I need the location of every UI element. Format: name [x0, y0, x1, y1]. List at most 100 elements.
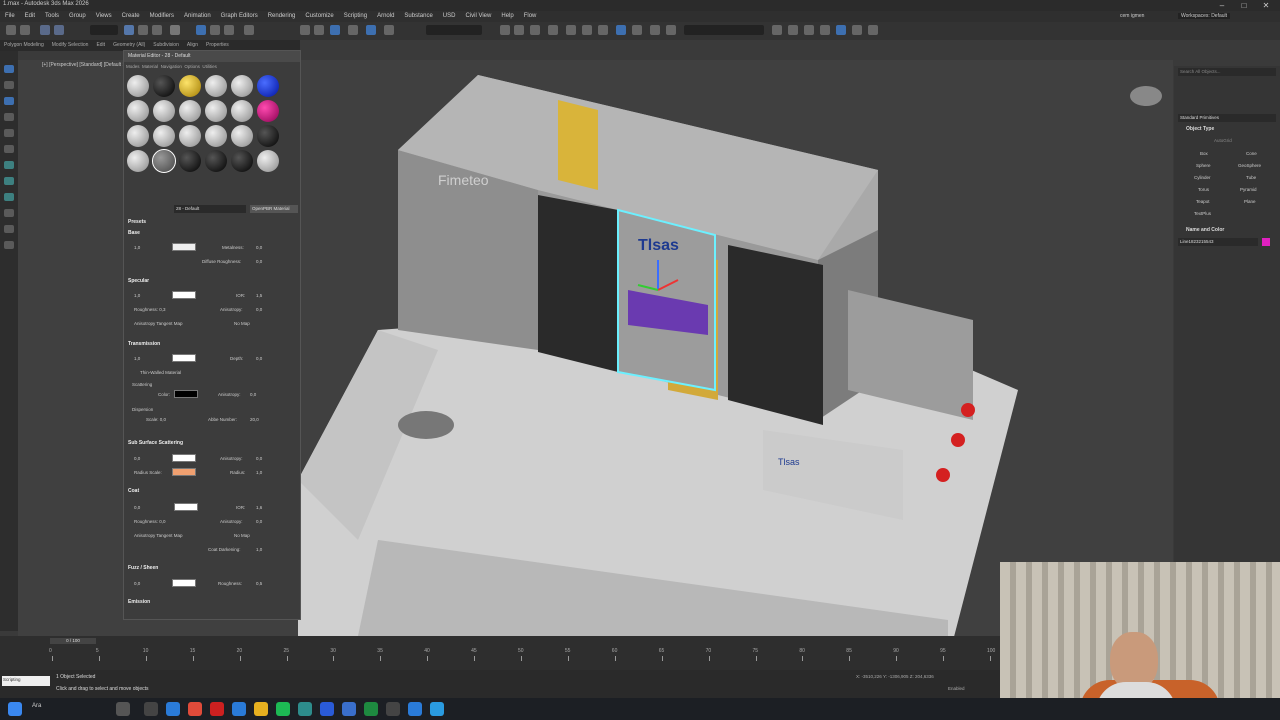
light-filter-icon[interactable] — [4, 145, 14, 153]
select-object-icon[interactable] — [124, 25, 134, 35]
workspace-selector[interactable]: Workspaces: Default — [1178, 13, 1231, 19]
coat-ior-value[interactable]: 1,6 — [256, 505, 262, 510]
camera-filter-icon[interactable] — [4, 161, 14, 169]
sample-slot[interactable] — [205, 100, 227, 122]
excel-icon[interactable] — [364, 702, 378, 716]
menu-customize[interactable]: Customize — [300, 11, 338, 22]
project-path-field[interactable] — [684, 25, 764, 35]
menu-graph-editors[interactable]: Graph Editors — [216, 11, 263, 22]
object-color-swatch[interactable] — [1262, 238, 1270, 246]
spec-anisotropy-value[interactable]: 0,0 — [256, 307, 262, 312]
fuzz-weight-value[interactable]: 0,0 — [134, 581, 140, 586]
menu-modifiers[interactable]: Modifiers — [145, 11, 179, 22]
material-type-button[interactable]: OpenPBR Material — [250, 205, 298, 213]
sample-slot-active[interactable] — [152, 149, 176, 173]
menu-group[interactable]: Group — [64, 11, 91, 22]
align-icon[interactable] — [314, 25, 324, 35]
me-menu-material[interactable]: Material — [142, 64, 158, 69]
create-torus-button[interactable]: Torus — [1198, 187, 1209, 192]
render-preview-icon[interactable] — [650, 25, 660, 35]
create-box-button[interactable]: Box — [1200, 151, 1208, 156]
move-icon[interactable] — [196, 25, 206, 35]
metalness-value[interactable]: 0,0 — [256, 245, 262, 250]
radius-value[interactable]: 1,0 — [256, 470, 262, 475]
sample-slot[interactable] — [127, 75, 149, 97]
edge-icon[interactable] — [166, 702, 180, 716]
coat-anisotropy-value[interactable]: 0,0 — [256, 519, 262, 524]
photos-icon[interactable] — [408, 702, 422, 716]
menu-civil-view[interactable]: Civil View — [460, 11, 496, 22]
snap-toggle-icon[interactable] — [244, 25, 254, 35]
section-subsurface[interactable]: Sub Surface Scattering — [128, 440, 183, 446]
curve-editor-icon[interactable] — [548, 25, 558, 35]
scatter-color-swatch[interactable] — [174, 390, 198, 398]
maxscript-listener[interactable]: Scripting — [2, 676, 50, 686]
name-color-header[interactable]: Name and Color — [1186, 227, 1224, 233]
menu-scripting[interactable]: Scripting — [339, 11, 372, 22]
section-base[interactable]: Base — [128, 230, 140, 236]
object-search-input[interactable]: Search All Objects... — [1178, 68, 1276, 76]
sample-slot[interactable] — [153, 125, 175, 147]
radius-scale-swatch[interactable] — [172, 468, 196, 476]
section-transmission[interactable]: Transmission — [128, 341, 160, 347]
schematic-view-icon[interactable] — [566, 25, 576, 35]
section-specular[interactable]: Specular — [128, 278, 149, 284]
start-icon[interactable] — [8, 702, 22, 716]
menu-tools[interactable]: Tools — [40, 11, 64, 22]
menu-arnold[interactable]: Arnold — [372, 11, 399, 22]
coordinate-readout[interactable]: X: -3510,226 Y: -1306,905 Z: 204,6336 — [856, 674, 934, 679]
scale-icon[interactable] — [224, 25, 234, 35]
ribbon-tab-polygon-modeling[interactable]: Polygon Modeling — [0, 40, 48, 50]
menu-help[interactable]: Help — [496, 11, 518, 22]
ribbon-tab-align[interactable]: Align — [183, 40, 202, 50]
spotify-icon[interactable] — [276, 702, 290, 716]
spacewarp-filter-icon[interactable] — [4, 193, 14, 201]
settings-gear-icon[interactable] — [852, 25, 862, 35]
timeline[interactable]: 0 / 100 0 5 10 15 20 25 30 35 40 45 50 55 60 65 70 75 80… — [0, 636, 1000, 670]
fuzz-roughness-value[interactable]: 0,5 — [256, 581, 262, 586]
sample-slot[interactable] — [179, 125, 201, 147]
ribbon-tab-edit[interactable]: Edit — [92, 40, 109, 50]
viewport-layout-2-icon[interactable] — [788, 25, 798, 35]
material-editor-icon[interactable] — [582, 25, 592, 35]
edit-named-selection-icon[interactable] — [384, 25, 394, 35]
viewport-layout-icon[interactable] — [772, 25, 782, 35]
create-geosphere-button[interactable]: GeoSphere — [1238, 163, 1261, 168]
specular-color-swatch[interactable] — [172, 291, 196, 299]
viewport-layout-4-icon[interactable] — [820, 25, 830, 35]
category-dropdown[interactable]: Standard Primitives — [1178, 114, 1276, 122]
sample-slot[interactable] — [127, 100, 149, 122]
sample-slot[interactable] — [127, 150, 149, 172]
menu-edit[interactable]: Edit — [20, 11, 40, 22]
menu-flow[interactable]: Flow — [519, 11, 542, 22]
ribbon-toggle-icon[interactable] — [530, 25, 540, 35]
opera-icon[interactable] — [210, 702, 224, 716]
help-icon[interactable] — [868, 25, 878, 35]
trans-anisotropy-value[interactable]: 0,0 — [250, 392, 256, 397]
section-presets[interactable]: Presets — [128, 219, 146, 225]
percent-snap-icon[interactable] — [348, 25, 358, 35]
display-filter-icon[interactable] — [4, 97, 14, 105]
named-selection-dropdown[interactable] — [426, 25, 482, 35]
angle-snap-icon[interactable] — [330, 25, 340, 35]
sss-weight-value[interactable]: 0,0 — [134, 456, 140, 461]
coat-color-swatch[interactable] — [174, 503, 198, 511]
close-button[interactable]: ✕ — [1256, 0, 1276, 11]
telegram-icon[interactable] — [430, 702, 444, 716]
create-tube-button[interactable]: Tube — [1246, 175, 1256, 180]
sample-slot[interactable] — [153, 75, 175, 97]
ribbon-tab-geometry[interactable]: Geometry (All) — [109, 40, 149, 50]
sample-slot[interactable] — [205, 75, 227, 97]
section-coat[interactable]: Coat — [128, 488, 139, 494]
ior-value[interactable]: 1,5 — [256, 293, 262, 298]
undo-icon[interactable] — [6, 25, 16, 35]
section-emission[interactable]: Emission — [128, 599, 150, 605]
helper-filter-icon[interactable] — [4, 177, 14, 185]
render-icon[interactable] — [632, 25, 642, 35]
spec-tangent-map-button[interactable]: No Map — [234, 321, 250, 326]
sample-slot[interactable] — [231, 125, 253, 147]
sss-anisotropy-value[interactable]: 0,0 — [256, 456, 262, 461]
create-textplus-button[interactable]: TextPlus — [1194, 211, 1211, 216]
bone-filter-icon[interactable] — [4, 241, 14, 249]
xref-filter-icon[interactable] — [4, 225, 14, 233]
